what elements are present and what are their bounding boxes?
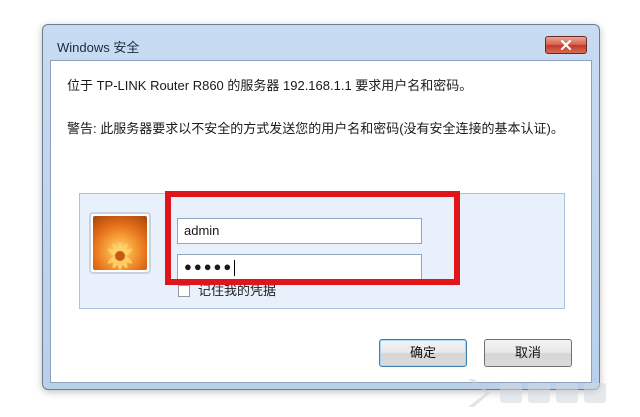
username-input[interactable]: admin: [177, 218, 422, 244]
credential-panel: admin ●●●●● 记住我的凭据: [79, 193, 565, 309]
flower-avatar-icon: [93, 216, 147, 270]
password-value: ●●●●●: [184, 259, 234, 274]
windows-security-dialog: Windows 安全 位于 TP-LINK Router R860 的服务器 1…: [42, 24, 600, 390]
remember-label: 记住我的凭据: [198, 283, 277, 298]
password-input[interactable]: ●●●●●: [177, 254, 422, 280]
security-warning: 警告: 此服务器要求以不安全的方式发送您的用户名和密码(没有安全连接的基本认证)…: [67, 121, 564, 136]
ok-button[interactable]: 确定: [379, 339, 467, 367]
watermark-logo-icon: [468, 379, 606, 407]
cancel-button[interactable]: 取消: [484, 339, 572, 367]
remember-checkbox[interactable]: [178, 285, 190, 297]
user-avatar: [89, 212, 151, 274]
title-bar[interactable]: Windows 安全: [43, 25, 599, 59]
text-caret: [234, 259, 236, 276]
username-value: admin: [184, 223, 220, 238]
close-button[interactable]: [545, 36, 587, 54]
dialog-title: Windows 安全: [57, 40, 140, 55]
server-message: 位于 TP-LINK Router R860 的服务器 192.168.1.1 …: [67, 78, 473, 93]
dialog-body: 位于 TP-LINK Router R860 的服务器 192.168.1.1 …: [50, 60, 592, 383]
close-icon: [560, 40, 572, 50]
